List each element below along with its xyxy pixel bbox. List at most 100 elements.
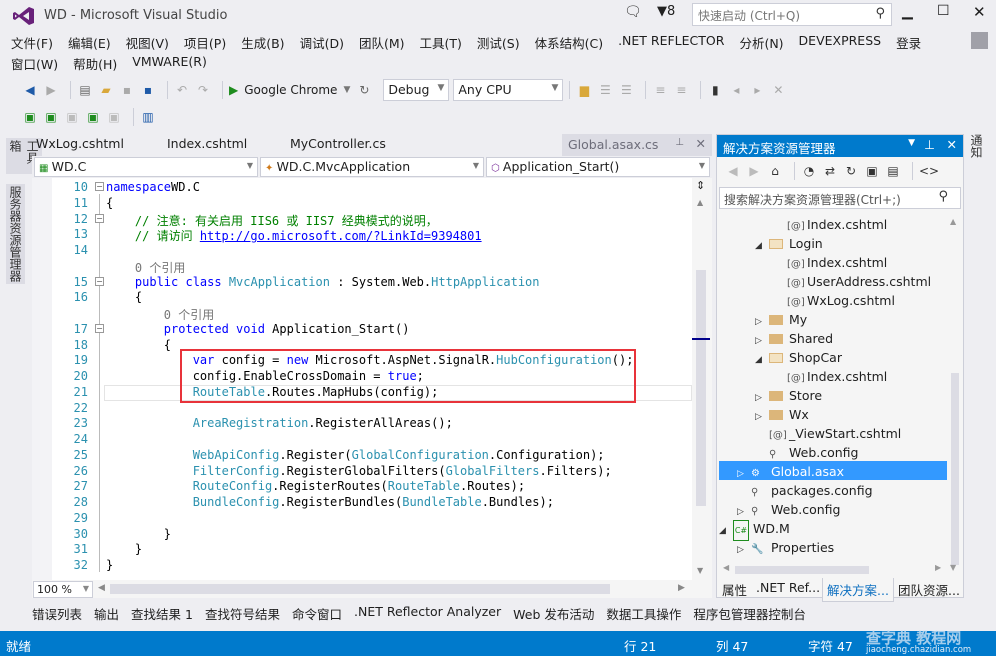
scroll-thumb[interactable] <box>735 566 869 574</box>
collapse-all-icon[interactable]: ▣ <box>864 163 880 179</box>
tree-item[interactable]: ⚲ Web.config <box>755 443 858 462</box>
platform-select[interactable]: Any CPU ▼ <box>453 79 564 101</box>
scroll-left-icon[interactable]: ◀ <box>723 563 729 572</box>
collapse-icon[interactable]: − <box>95 214 104 223</box>
tab-team-explorer[interactable]: 团队资源... <box>898 580 960 599</box>
refresh-icon[interactable]: ↻ <box>843 163 859 179</box>
scroll-right-icon[interactable]: ▶ <box>935 563 941 572</box>
menu-help[interactable]: 帮助(H) <box>73 54 117 74</box>
close-button[interactable]: ✕ <box>973 3 986 21</box>
tree-item[interactable]: [@] Index.cshtml <box>773 215 887 234</box>
menu-view[interactable]: 视图(V) <box>126 33 169 53</box>
scroll-down-icon[interactable]: ▼ <box>697 566 703 575</box>
menu-devexpress[interactable]: DEVEXPRESS <box>799 33 882 53</box>
start-debugging-button[interactable]: ▶ Google Chrome ▼ <box>229 83 350 97</box>
minimize-button[interactable]: ▁ <box>902 4 913 20</box>
tool-tab[interactable]: .NET Reflector Analyzer <box>354 604 501 624</box>
find-in-files-icon[interactable]: ▆ <box>576 82 592 98</box>
close-panel-icon[interactable]: ✕ <box>947 137 957 152</box>
tab-global-asax-cs[interactable]: Global.asax.cs ⊥ ✕ <box>562 134 712 156</box>
expand-icon[interactable]: ▷ <box>737 541 751 560</box>
user-avatar-icon[interactable] <box>971 32 988 49</box>
tree-item[interactable]: ▷ 🔧 Properties <box>737 538 834 557</box>
scroll-left-icon[interactable]: ◀ <box>98 583 105 593</box>
pin-icon[interactable]: ⊥ <box>675 137 684 148</box>
zoom-select[interactable]: 100 % ▼ <box>33 581 93 598</box>
save-icon[interactable]: ▪ <box>119 82 135 98</box>
menu-file[interactable]: 文件(F) <box>11 33 53 53</box>
tree-item[interactable]: ◢ Login <box>755 234 823 253</box>
tool-tab[interactable]: 程序包管理器控制台 <box>693 604 806 624</box>
menu-analyze[interactable]: 分析(N) <box>739 33 783 53</box>
tool-tab[interactable]: Web 发布活动 <box>513 604 594 624</box>
menu-sign-in[interactable]: 登录 <box>896 33 921 53</box>
reference-count-lens[interactable]: 0 个引用 <box>106 308 214 322</box>
pin-icon[interactable]: ⊥ <box>924 137 935 152</box>
prev-bookmark-icon[interactable]: ◂ <box>728 82 744 98</box>
horizontal-scrollbar[interactable]: ◀ ▶ <box>32 580 712 598</box>
indent-icon[interactable]: ≡ <box>652 82 668 98</box>
maximize-button[interactable]: ☐ <box>937 3 950 19</box>
publish-icon[interactable]: ▣ <box>85 109 101 125</box>
code-link[interactable]: http://go.microsoft.com/?LinkId=9394801 <box>200 229 482 243</box>
tree-item[interactable]: ▷ ⚙ Global.asax <box>737 462 844 481</box>
tab-properties[interactable]: 属性 <box>722 580 747 599</box>
solution-search-input[interactable]: 搜索解决方案资源管理器(Ctrl+;) ⚲ <box>719 187 961 209</box>
undo-icon[interactable]: ↶ <box>174 82 190 98</box>
split-icon[interactable]: ⇕ <box>696 179 705 192</box>
tree-item[interactable]: [@] Index.cshtml <box>773 367 887 386</box>
tool-tab[interactable]: 输出 <box>94 604 119 624</box>
home-icon[interactable]: ⌂ <box>767 163 783 179</box>
tree-item[interactable]: [@] _ViewStart.cshtml <box>755 424 901 443</box>
save-all-icon[interactable]: ▪ <box>140 82 156 98</box>
config-manager-icon[interactable]: ▥ <box>140 109 156 125</box>
collapse-icon[interactable]: ◢ <box>755 237 769 256</box>
next-bookmark-icon[interactable]: ▸ <box>749 82 765 98</box>
refresh-icon[interactable]: ↻ <box>356 82 372 98</box>
scroll-thumb[interactable] <box>951 373 959 565</box>
member-dropdown[interactable]: ⬡ Application_Start() ▼ <box>486 157 710 177</box>
scroll-up-icon[interactable]: ▲ <box>697 198 703 207</box>
vertical-scrollbar[interactable]: ⇕ ▲ ▼ <box>692 178 712 580</box>
tab-wxlog[interactable]: WxLog.cshtml <box>36 136 124 151</box>
menu-edit[interactable]: 编辑(E) <box>68 33 111 53</box>
project-dropdown[interactable]: ▦ WD.C ▼ <box>34 157 258 177</box>
tool-tab[interactable]: 错误列表 <box>32 604 82 624</box>
back-icon[interactable]: ◀ <box>22 82 38 98</box>
scroll-down-icon[interactable]: ▼ <box>950 563 956 572</box>
redo-icon[interactable]: ↷ <box>195 82 211 98</box>
tree-item[interactable]: ⚲ packages.config <box>737 481 873 500</box>
back-icon[interactable]: ◀ <box>725 163 741 179</box>
feedback-filter[interactable]: ▼8 <box>657 4 675 19</box>
open-file-icon[interactable]: ▰ <box>98 82 114 98</box>
tab-mycontroller[interactable]: MyController.cs <box>290 136 386 151</box>
configuration-select[interactable]: Debug ▼ <box>383 79 450 101</box>
tree-item[interactable]: [@] UserAddress.cshtml <box>773 272 931 291</box>
notifications-tab[interactable]: 通知 <box>968 134 985 158</box>
collapse-icon[interactable]: − <box>95 277 104 286</box>
collapse-icon[interactable]: − <box>95 182 104 191</box>
rebuild-icon[interactable]: ▣ <box>106 109 122 125</box>
scroll-right-icon[interactable]: ▶ <box>678 583 685 593</box>
forward-icon[interactable]: ▶ <box>43 82 59 98</box>
scroll-up-icon[interactable]: ▲ <box>950 217 956 226</box>
class-dropdown[interactable]: ✦ WD.C.MvcApplication ▼ <box>260 157 484 177</box>
tree-horizontal-scrollbar[interactable]: ◀ ▶ <box>719 563 947 577</box>
new-project-icon[interactable]: ▤ <box>77 82 93 98</box>
tool-tab[interactable]: 命令窗口 <box>292 604 342 624</box>
server-explorer-tab[interactable]: 服务器资源管理器 <box>6 184 25 284</box>
scroll-thumb[interactable] <box>696 270 706 506</box>
collapse-icon[interactable]: ◢ <box>755 351 769 370</box>
menu-vmware[interactable]: VMWARE(R) <box>132 54 207 74</box>
comment-icon[interactable]: ☰ <box>597 82 613 98</box>
menu-tools[interactable]: 工具(T) <box>420 33 462 53</box>
cancel-build-icon[interactable]: ▣ <box>64 109 80 125</box>
menu-window[interactable]: 窗口(W) <box>11 54 58 74</box>
tab-index[interactable]: Index.cshtml <box>167 136 247 151</box>
tree-item[interactable]: [@] Index.cshtml <box>773 253 887 272</box>
tree-item[interactable]: [@] WxLog.cshtml <box>773 291 895 310</box>
tree-item[interactable]: ▷ Shared <box>755 329 833 348</box>
close-tab-icon[interactable]: ✕ <box>696 136 706 151</box>
tool-tab[interactable]: 查找结果 1 <box>131 604 193 624</box>
menu-project[interactable]: 项目(P) <box>184 33 226 53</box>
